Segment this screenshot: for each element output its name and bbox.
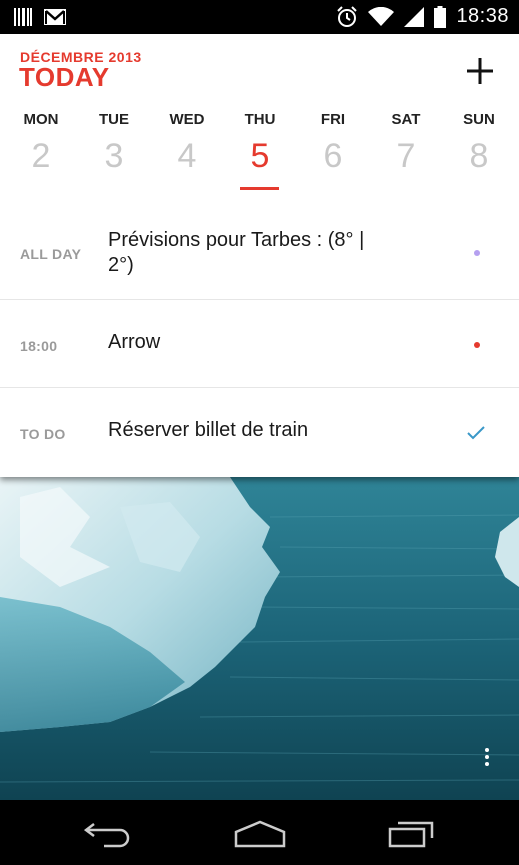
- day-sat[interactable]: SAT 7: [376, 110, 436, 176]
- add-event-button[interactable]: [467, 58, 493, 84]
- iceberg-image: [0, 477, 519, 800]
- wifi-icon: [368, 6, 395, 26]
- today-label[interactable]: TODAY: [19, 62, 110, 93]
- agenda-row-todo[interactable]: TO DO Réserver billet de train: [0, 387, 519, 477]
- agenda-row-label: 18:00: [20, 338, 58, 354]
- day-mon[interactable]: MON 2: [11, 110, 71, 176]
- agenda-row-all-day[interactable]: ALL DAY Prévisions pour Tarbes : (8° | 2…: [0, 208, 519, 300]
- gmail-icon: [44, 9, 66, 25]
- overflow-menu-button[interactable]: [483, 745, 491, 775]
- agenda-row-text: Réserver billet de train: [108, 419, 309, 441]
- day-tue[interactable]: TUE 3: [84, 110, 144, 176]
- status-bar: 18:38: [0, 0, 519, 34]
- day-number: 8: [469, 137, 489, 175]
- clock: 18:38: [456, 5, 509, 27]
- day-thu[interactable]: THU 5: [230, 110, 290, 176]
- agenda-row-label: TO DO: [20, 426, 66, 442]
- day-name: THU: [244, 111, 276, 128]
- barcode-notification-icon: [14, 8, 32, 26]
- alarm-icon: [337, 5, 358, 27]
- navigation-bar: [0, 800, 519, 865]
- day-name: TUE: [99, 111, 129, 128]
- recent-apps-button[interactable]: [388, 820, 434, 848]
- check-icon[interactable]: [467, 426, 485, 440]
- day-sun[interactable]: SUN 8: [449, 110, 509, 176]
- day-number: 5: [250, 137, 270, 175]
- agenda-row-text: Arrow: [108, 331, 161, 353]
- calendar-dot-icon: [474, 342, 480, 348]
- day-name: SUN: [463, 111, 495, 128]
- week-strip: MON 2 TUE 3 WED 4 THU 5 FRI 6 SAT 7 SUN …: [0, 110, 519, 196]
- day-number: 4: [177, 137, 197, 175]
- day-number: 2: [31, 137, 51, 175]
- back-button[interactable]: [84, 818, 132, 848]
- day-fri[interactable]: FRI 6: [303, 110, 363, 176]
- day-name: MON: [23, 111, 59, 128]
- agenda-row-label: ALL DAY: [20, 246, 82, 262]
- calendar-card: DÉCEMBRE 2013 TODAY MON 2 TUE 3 WED 4 TH…: [0, 34, 519, 477]
- home-button[interactable]: [233, 820, 287, 848]
- background-photo: [0, 477, 519, 800]
- day-number: 7: [396, 137, 416, 175]
- agenda-row-text: Prévisions pour Tarbes : (8° | 2°): [108, 229, 365, 276]
- day-number: 6: [323, 137, 343, 175]
- battery-icon: [434, 5, 447, 28]
- day-name: WED: [169, 111, 205, 128]
- agenda-row-event[interactable]: 18:00 Arrow: [0, 299, 519, 388]
- signal-icon: [404, 6, 425, 27]
- day-name: FRI: [320, 111, 346, 128]
- day-number: 3: [104, 137, 124, 175]
- day-wed[interactable]: WED 4: [157, 110, 217, 176]
- selected-day-indicator: [240, 187, 279, 190]
- day-name: SAT: [391, 111, 421, 128]
- calendar-dot-icon: [474, 250, 480, 256]
